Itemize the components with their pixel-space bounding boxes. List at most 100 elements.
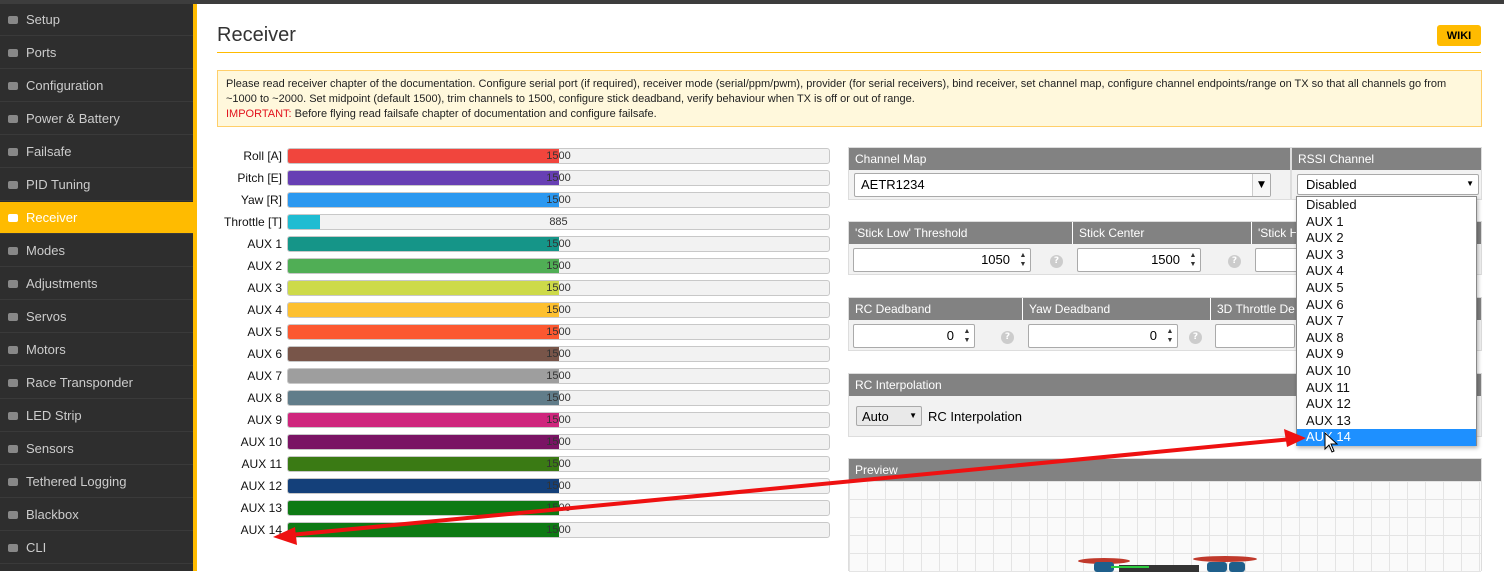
rssi-option[interactable]: AUX 4	[1297, 263, 1476, 280]
rssi-option[interactable]: AUX 10	[1297, 363, 1476, 380]
rssi-option[interactable]: AUX 9	[1297, 346, 1476, 363]
sidebar-item-failsafe[interactable]: Failsafe	[0, 136, 193, 168]
rssi-option[interactable]: AUX 7	[1297, 313, 1476, 330]
stepper-icon[interactable]: ▲ ▼	[962, 327, 972, 345]
rc-deadband-header: RC Deadband	[849, 298, 1022, 320]
sidebar-item-sensors[interactable]: Sensors	[0, 433, 193, 465]
channel-bar: 1500	[287, 456, 830, 472]
yaw-deadband-input[interactable]: 0 ▲ ▼	[1028, 324, 1178, 348]
rssi-option[interactable]: AUX 12	[1297, 396, 1476, 413]
sidebar-item-label: Failsafe	[26, 144, 72, 159]
channel-bar: 1500	[287, 478, 830, 494]
channel-value: 1500	[546, 172, 571, 184]
stick-low-input[interactable]: 1050 ▲ ▼	[853, 248, 1031, 272]
channel-map-panel: Channel Map AETR1234 ▼	[848, 147, 1291, 200]
sidebar-item-servos[interactable]: Servos	[0, 301, 193, 333]
sidebar: Setup Ports Configuration Power & Battery Fa…	[0, 4, 193, 571]
sidebar-item-race-transponder[interactable]: Race Transponder	[0, 367, 193, 399]
interpolation-select[interactable]: Auto ▼	[856, 406, 922, 426]
sliders-icon	[6, 277, 20, 291]
chevron-down-icon: ▼	[1466, 179, 1474, 188]
channel-value: 1500	[546, 348, 571, 360]
help-icon[interactable]: ?	[1189, 331, 1202, 344]
parachute-icon	[6, 145, 20, 159]
sidebar-item-adjustments[interactable]: Adjustments	[0, 268, 193, 300]
channel-bar: 1500	[287, 302, 830, 318]
page-title: Receiver	[217, 24, 296, 46]
stepper-icon[interactable]: ▲ ▼	[1018, 251, 1028, 269]
quad-model	[1078, 556, 1257, 572]
stepper-icon[interactable]: ▲ ▼	[1165, 327, 1175, 345]
rc-deadband-input[interactable]: 0 ▲ ▼	[853, 324, 975, 348]
sidebar-item-pid-tuning[interactable]: PID Tuning	[0, 169, 193, 201]
rssi-option[interactable]: AUX 13	[1297, 413, 1476, 430]
channel-label: AUX 7	[247, 369, 282, 383]
rssi-option[interactable]: AUX 6	[1297, 297, 1476, 314]
gear-icon	[6, 79, 20, 93]
rssi-option[interactable]: AUX 1	[1297, 214, 1476, 231]
channel-map-dropdown-button[interactable]: ▼	[1252, 174, 1270, 196]
channel-label: AUX 5	[247, 325, 282, 339]
sidebar-item-label: Power & Battery	[26, 111, 120, 126]
channel-label: Throttle [T]	[223, 215, 282, 229]
sidebar-item-led-strip[interactable]: LED Strip	[0, 400, 193, 432]
sidebar-item-configuration[interactable]: Configuration	[0, 70, 193, 102]
channel-value: 885	[549, 216, 568, 228]
channel-bar: 1500	[287, 434, 830, 450]
sidebar-item-tethered-logging[interactable]: Tethered Logging	[0, 466, 193, 498]
transponder-icon	[6, 376, 20, 390]
sidebar-item-power-battery[interactable]: Power & Battery	[0, 103, 193, 135]
rssi-dropdown-list[interactable]: Disabled AUX 1 AUX 2 AUX 3 AUX 4 AUX 5 AUX 6 AU…	[1296, 196, 1477, 446]
rssi-option[interactable]: AUX 8	[1297, 330, 1476, 347]
channel-value: 1500	[546, 392, 571, 404]
channel-map-input[interactable]: AETR1234	[854, 173, 1271, 197]
help-icon[interactable]: ?	[1228, 255, 1241, 268]
rssi-option[interactable]: AUX 11	[1297, 380, 1476, 397]
tree-icon	[6, 178, 20, 192]
rssi-option[interactable]: AUX 5	[1297, 280, 1476, 297]
rssi-channel-value: Disabled	[1306, 177, 1357, 192]
sidebar-item-label: PID Tuning	[26, 177, 91, 192]
sidebar-item-modes[interactable]: Modes	[0, 235, 193, 267]
preview-canvas	[849, 481, 1481, 572]
channel-bar: 1500	[287, 280, 830, 296]
rssi-option[interactable]: AUX 3	[1297, 247, 1476, 264]
channel-bar: 1500	[287, 324, 830, 340]
info-note: Please read receiver chapter of the docu…	[217, 70, 1482, 127]
sidebar-item-ports[interactable]: Ports	[0, 37, 193, 69]
title-divider	[217, 52, 1481, 53]
preview-header: Preview	[849, 459, 1481, 481]
wiki-button[interactable]: WIKI	[1437, 25, 1481, 46]
rssi-option[interactable]: AUX 2	[1297, 230, 1476, 247]
interpolation-select-value: Auto	[862, 409, 889, 424]
chip-icon	[6, 508, 20, 522]
stick-center-input[interactable]: 1500 ▲ ▼	[1077, 248, 1201, 272]
channel-label: AUX 8	[247, 391, 282, 405]
channel-row: AUX 1 1500	[197, 235, 920, 253]
sidebar-item-motors[interactable]: Motors	[0, 334, 193, 366]
rssi-option[interactable]: AUX 14	[1297, 429, 1476, 446]
stepper-icon[interactable]: ▲ ▼	[1188, 251, 1198, 269]
channel-bar: 1500	[287, 258, 830, 274]
chevron-down-icon: ▼	[909, 411, 917, 420]
sidebar-item-label: Receiver	[26, 210, 78, 225]
help-icon[interactable]: ?	[1001, 331, 1014, 344]
interpolation-label: RC Interpolation	[928, 409, 1022, 424]
sidebar-item-receiver[interactable]: Receiver	[0, 202, 193, 234]
sidebar-item-setup[interactable]: Setup	[0, 4, 193, 36]
channel-bar: 1500	[287, 170, 830, 186]
help-icon[interactable]: ?	[1050, 255, 1063, 268]
rssi-channel-select[interactable]: Disabled ▼	[1297, 174, 1479, 195]
channel-label: AUX 13	[240, 501, 282, 515]
channel-value: 1500	[546, 282, 571, 294]
channel-map-value: AETR1234	[861, 177, 925, 192]
sidebar-item-cli[interactable]: CLI	[0, 532, 193, 564]
channel-row: AUX 8 1500	[197, 389, 920, 407]
servo-icon	[6, 310, 20, 324]
sidebar-item-blackbox[interactable]: Blackbox	[0, 499, 193, 531]
preview-panel: Preview	[848, 458, 1482, 572]
note-text: Please read receiver chapter of the docu…	[226, 78, 1447, 105]
sidebar-item-label: Race Transponder	[26, 375, 133, 390]
rssi-option[interactable]: Disabled	[1297, 197, 1476, 214]
throttle-deadband-input[interactable]	[1215, 324, 1295, 348]
